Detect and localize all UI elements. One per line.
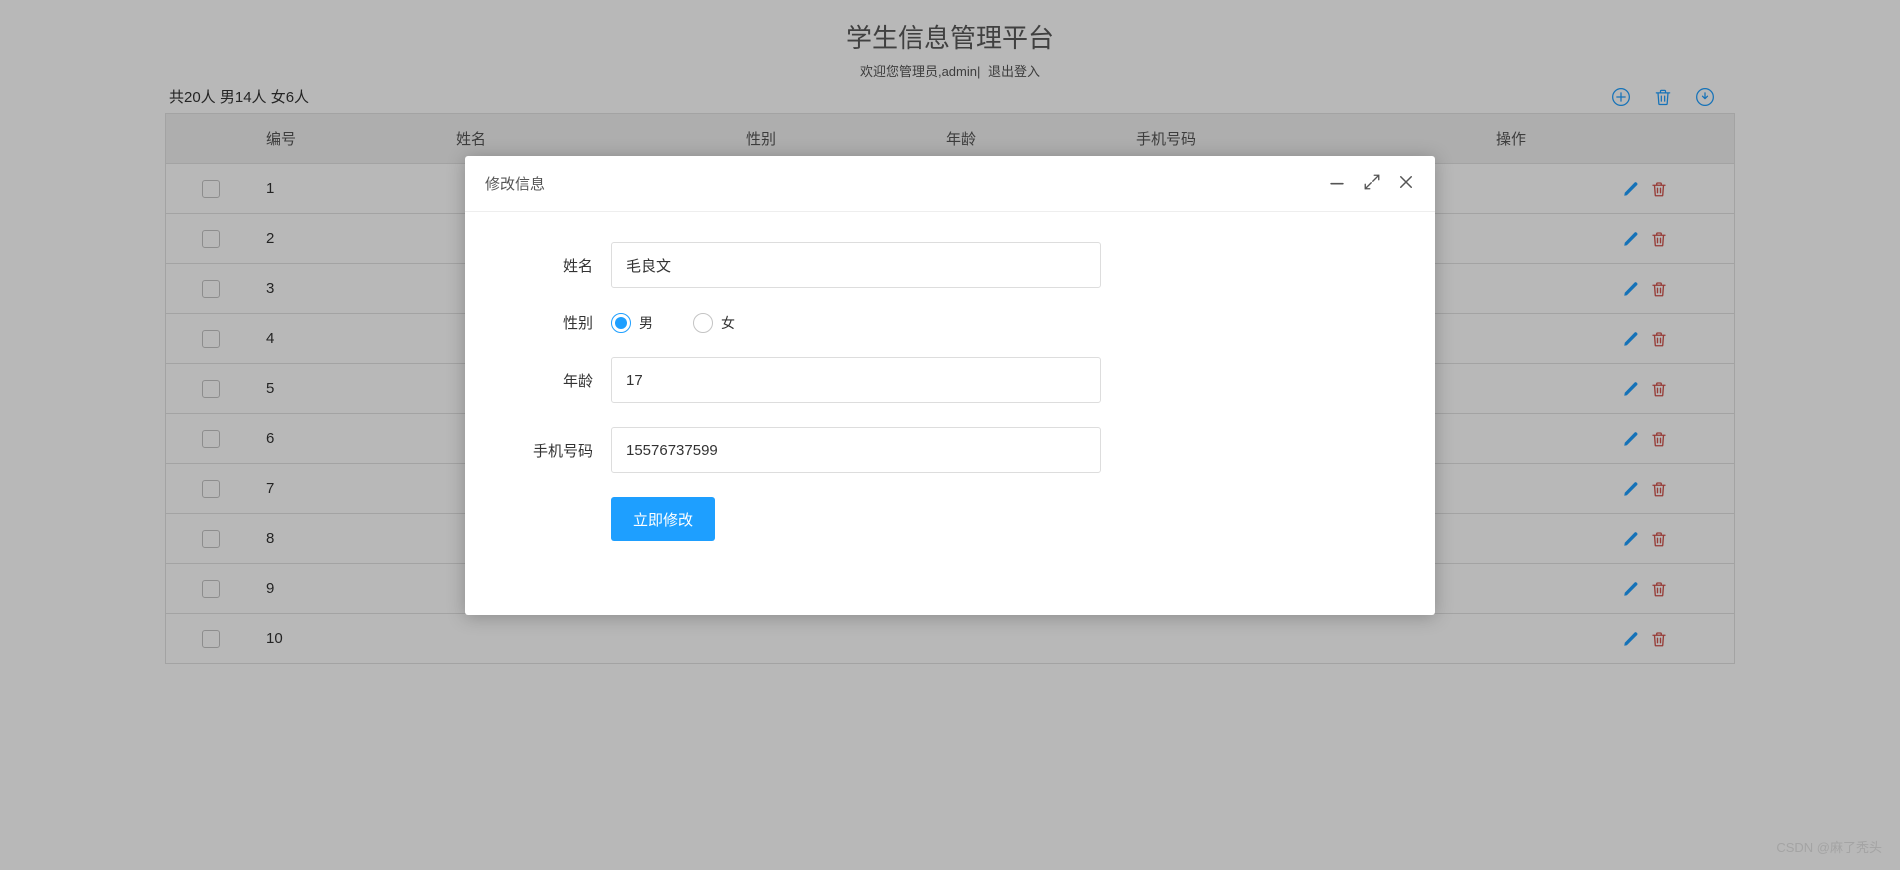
minimize-icon [1327, 172, 1347, 192]
radio-male[interactable]: 男 [611, 313, 653, 333]
edit-modal: 修改信息 姓名 性别 男 [465, 156, 1435, 615]
gender-label: 性别 [505, 312, 611, 333]
modal-maximize-button[interactable] [1363, 173, 1381, 195]
age-input[interactable] [611, 357, 1101, 403]
age-label: 年龄 [505, 370, 611, 391]
radio-female[interactable]: 女 [693, 313, 735, 333]
phone-label: 手机号码 [505, 440, 611, 461]
modal-title: 修改信息 [485, 173, 545, 194]
phone-input[interactable] [611, 427, 1101, 473]
watermark-text: CSDN @麻了秃头 [1776, 837, 1882, 856]
modal-minimize-button[interactable] [1327, 172, 1347, 196]
name-label: 姓名 [505, 255, 611, 276]
radio-female-label: 女 [721, 313, 735, 333]
radio-icon [611, 313, 631, 333]
name-input[interactable] [611, 242, 1101, 288]
close-icon [1397, 173, 1415, 191]
modal-close-button[interactable] [1397, 173, 1415, 195]
radio-icon [693, 313, 713, 333]
submit-button[interactable]: 立即修改 [611, 497, 715, 541]
maximize-icon [1363, 173, 1381, 191]
radio-male-label: 男 [639, 313, 653, 333]
